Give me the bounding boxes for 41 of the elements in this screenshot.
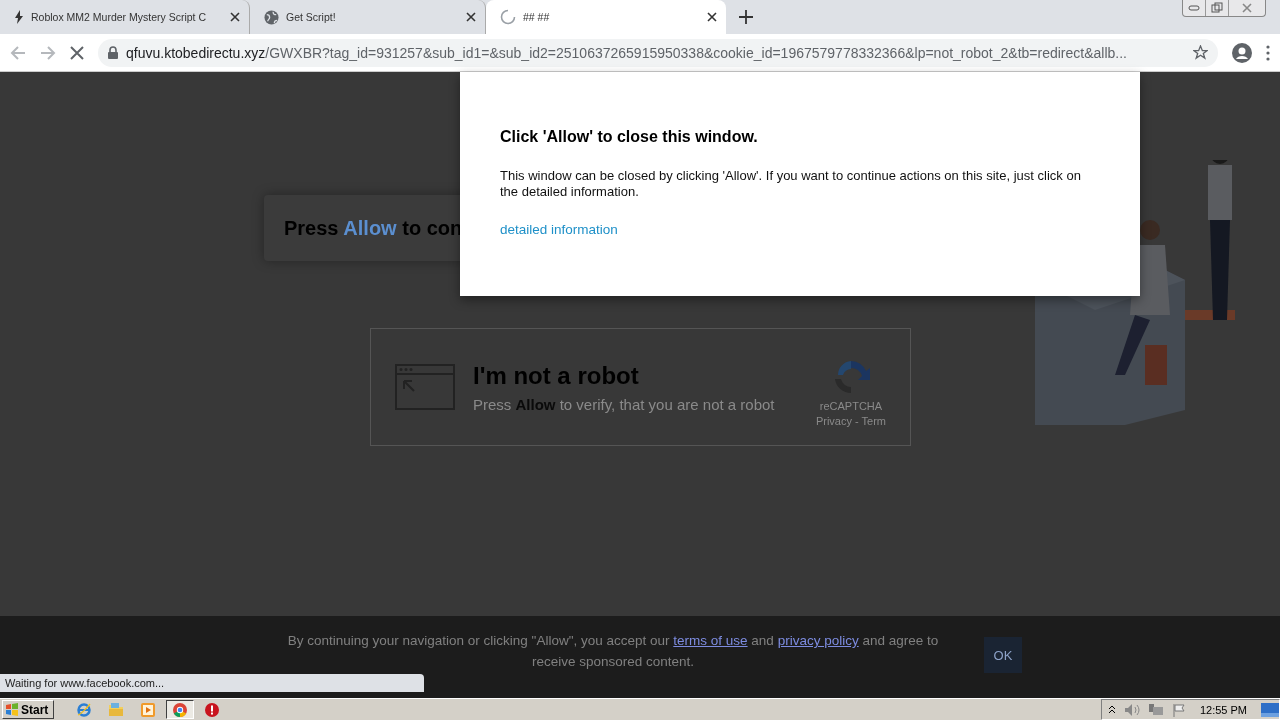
- show-desktop-icon[interactable]: [1261, 701, 1279, 718]
- cookie-notice: By continuing your navigation or clicking "Allow", you accept our terms of use and privacy policy and agree to receive sponsored content.: [286, 632, 940, 671]
- new-tab-icon[interactable]: [738, 9, 754, 25]
- internet-explorer-icon[interactable]: [76, 701, 92, 718]
- privacy-link[interactable]: privacy policy: [777, 633, 859, 648]
- recaptcha-label: reCAPTCHA: [819, 400, 883, 412]
- lock-icon: [108, 46, 118, 59]
- star-icon[interactable]: [1193, 45, 1208, 60]
- ok-button[interactable]: OK: [984, 637, 1022, 673]
- close-icon[interactable]: [229, 11, 241, 23]
- start-button[interactable]: Start: [2, 700, 54, 719]
- dialog-message: This window can be closed by clicking 'Allow'. If you want to continue actions on this site, just click on the detailed information.: [500, 168, 1082, 200]
- back-icon[interactable]: [10, 44, 26, 61]
- menu-icon[interactable]: [1266, 44, 1270, 61]
- terms-link[interactable]: terms of use: [673, 633, 748, 648]
- captcha-title: I'm not a robot: [473, 361, 640, 390]
- taskbar-app[interactable]: [166, 700, 194, 719]
- status-bubble: Waiting for www.facebook.com...: [0, 674, 424, 692]
- clock: 12:55 PM: [1199, 703, 1247, 716]
- headline: Press Allow to con: [284, 216, 463, 240]
- dialog-title: Click 'Allow' to close this window.: [500, 128, 759, 146]
- address-bar[interactable]: qfuvu.ktobedirectu.xyz/GWXBR?tag_id=931257&sub_id1=&sub_id2=2510637265915950338&cookie_id=1967579778332366&lp=not_robot_2&tb=redirect&allb...: [98, 38, 1218, 67]
- browser-tab[interactable]: ## ##: [486, 0, 726, 34]
- windows-logo-icon: [5, 703, 19, 716]
- warning-icon[interactable]: [204, 701, 220, 718]
- media-player-icon[interactable]: [140, 701, 156, 718]
- chrome-icon[interactable]: [172, 701, 188, 718]
- network-icon[interactable]: [1147, 702, 1164, 717]
- close-icon[interactable]: [465, 11, 477, 23]
- speaker-icon[interactable]: [1123, 702, 1140, 717]
- forward-icon[interactable]: [40, 44, 56, 61]
- close-icon[interactable]: [706, 11, 718, 23]
- detailed-information-link[interactable]: detailed information: [500, 222, 618, 237]
- account-icon[interactable]: [1232, 42, 1252, 63]
- loading-spinner-icon: [500, 9, 516, 25]
- stop-loading-icon[interactable]: [70, 45, 84, 60]
- globe-icon: [264, 9, 279, 25]
- flag-icon[interactable]: [1171, 702, 1186, 717]
- bolt-icon: [14, 10, 24, 24]
- privacy-terms-links[interactable]: Privacy - Term: [815, 415, 886, 427]
- chevron-up-icon[interactable]: [1107, 705, 1116, 714]
